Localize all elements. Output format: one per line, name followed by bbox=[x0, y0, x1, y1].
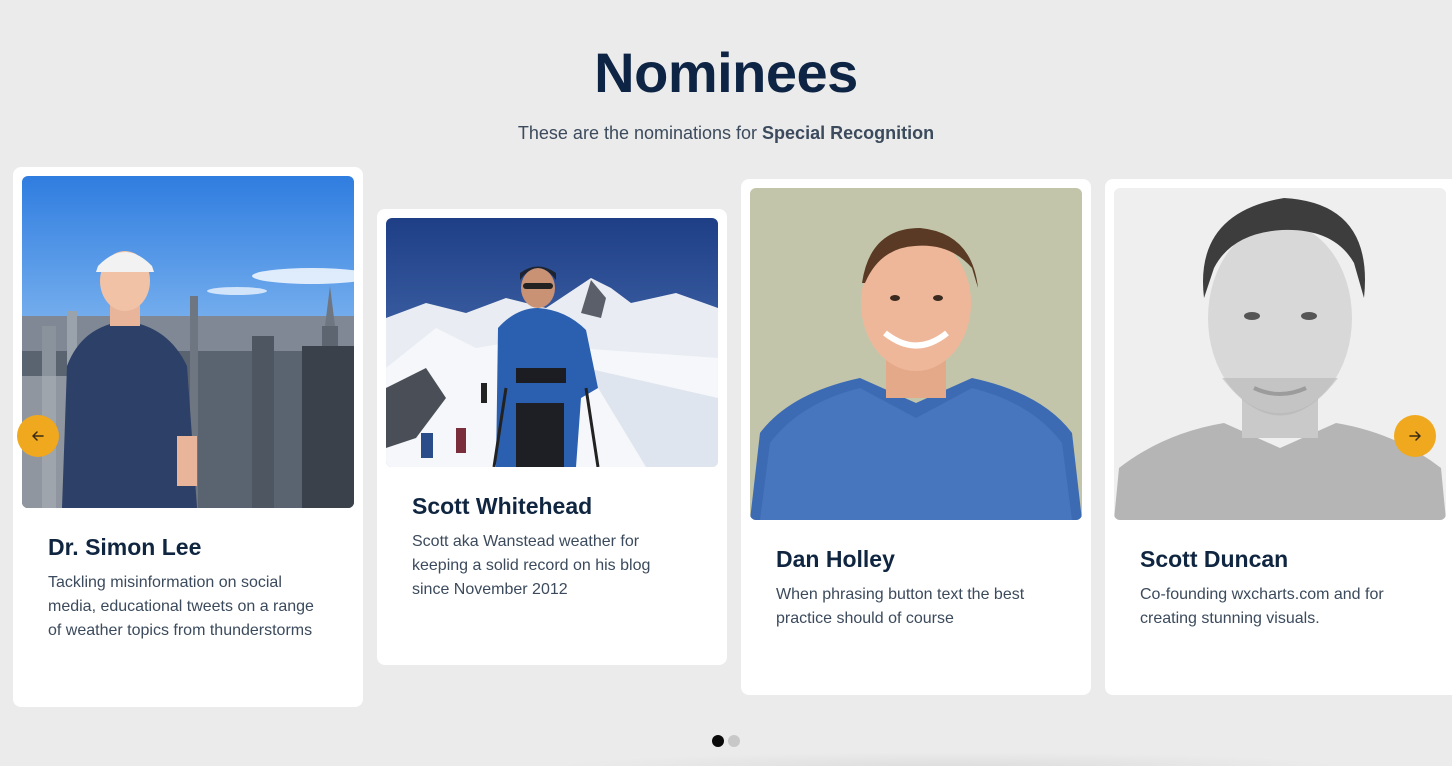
nominee-name: Dr. Simon Lee bbox=[48, 534, 202, 560]
nominee-card-body: Scott Duncan Co-founding wxcharts.com an… bbox=[1114, 520, 1443, 631]
nominee-photo-image bbox=[22, 176, 354, 508]
page-title: Nominees bbox=[594, 41, 858, 104]
nominee-name: Scott Duncan bbox=[1140, 546, 1289, 572]
nominees-page: Nominees These are the nominations for S… bbox=[0, 0, 1452, 766]
arrow-left-icon bbox=[32, 431, 44, 441]
page-subtitle: These are the nominations for Special Re… bbox=[0, 123, 1452, 144]
pagination-dot-2[interactable] bbox=[728, 735, 740, 747]
nominee-card-body: Dr. Simon Lee Tackling misinformation on… bbox=[22, 508, 354, 643]
nominee-photo-image bbox=[1114, 188, 1446, 520]
arrow-right-icon bbox=[1409, 431, 1421, 441]
nominee-description: Tackling misinformation on social media,… bbox=[48, 574, 314, 639]
subtitle-prefix: These are the nominations for bbox=[517, 123, 763, 143]
nominee-card[interactable]: Dan Holley When phrasing button text the… bbox=[741, 179, 1091, 695]
carousel-pagination bbox=[712, 735, 740, 747]
nominee-photo-image bbox=[750, 188, 1082, 520]
nominee-name: Scott Whitehead bbox=[412, 493, 593, 519]
nominee-name: Dan Holley bbox=[776, 546, 895, 572]
carousel-prev-button[interactable] bbox=[17, 415, 59, 457]
section-shadow bbox=[550, 752, 1350, 766]
nominee-card-body: Dan Holley When phrasing button text the… bbox=[750, 520, 1082, 631]
nominee-description: Co-founding wxcharts.com and for creatin… bbox=[1140, 586, 1384, 627]
carousel-next-button[interactable] bbox=[1394, 415, 1436, 457]
nominee-card-body: Scott Whitehead Scott aka Wanstead weath… bbox=[386, 467, 718, 602]
nominee-card[interactable]: Dr. Simon Lee Tackling misinformation on… bbox=[13, 167, 363, 707]
person-city-skyline-photo bbox=[22, 176, 354, 508]
person-snowy-mountain-photo bbox=[386, 218, 718, 467]
person-portrait-photo bbox=[750, 188, 1082, 520]
nominee-description: Scott aka Wanstead weather for keeping a… bbox=[412, 533, 651, 598]
nominee-photo-image bbox=[386, 218, 718, 467]
person-bw-portrait-photo bbox=[1114, 188, 1446, 520]
category-name: Special Recognition bbox=[762, 123, 935, 143]
pagination-dot-1[interactable] bbox=[712, 735, 724, 747]
nominee-card[interactable]: Scott Whitehead Scott aka Wanstead weath… bbox=[377, 209, 727, 665]
nominee-description: When phrasing button text the best pract… bbox=[776, 586, 1025, 627]
